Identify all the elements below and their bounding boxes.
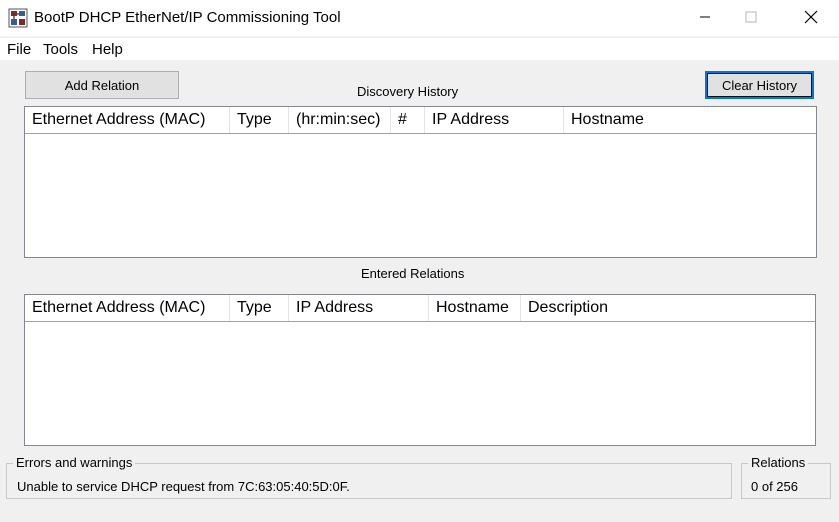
discovery-history-label: Discovery History	[357, 84, 459, 99]
minimize-button[interactable]	[682, 0, 728, 34]
menu-bar: File Tools Help	[0, 38, 839, 60]
discovery-history-list[interactable]: Ethernet Address (MAC) Type (hr:min:sec)…	[24, 106, 817, 258]
column-header-time[interactable]: (hr:min:sec)	[289, 107, 391, 133]
column-header-ip[interactable]: IP Address	[289, 295, 429, 321]
column-header-count[interactable]: #	[391, 107, 425, 133]
entered-relations-header: Ethernet Address (MAC) Type IP Address H…	[25, 295, 815, 322]
menu-tools[interactable]: Tools	[43, 41, 78, 58]
column-header-hostname[interactable]: Hostname	[429, 295, 521, 321]
relations-group: Relations 0 of 256	[741, 455, 831, 499]
column-header-hostname[interactable]: Hostname	[564, 107, 816, 133]
maximize-button[interactable]	[728, 0, 774, 34]
discovery-history-header: Ethernet Address (MAC) Type (hr:min:sec)…	[25, 107, 816, 134]
column-header-description[interactable]: Description	[521, 295, 815, 321]
relations-count: 0 of 256	[751, 479, 798, 494]
errors-label: Errors and warnings	[13, 455, 136, 470]
app-icon	[8, 8, 28, 28]
minimize-icon	[700, 16, 710, 18]
menu-file[interactable]: File	[7, 41, 31, 58]
column-header-type[interactable]: Type	[230, 295, 289, 321]
errors-message: Unable to service DHCP request from 7C:6…	[17, 479, 350, 494]
column-header-mac[interactable]: Ethernet Address (MAC)	[25, 295, 230, 321]
column-header-ip[interactable]: IP Address	[425, 107, 564, 133]
close-button[interactable]	[788, 0, 834, 34]
title-bar: BootP DHCP EtherNet/IP Commissioning Too…	[0, 0, 839, 36]
column-header-type[interactable]: Type	[230, 107, 289, 133]
relations-label: Relations	[748, 455, 809, 470]
column-header-mac[interactable]: Ethernet Address (MAC)	[25, 107, 230, 133]
entered-relations-list[interactable]: Ethernet Address (MAC) Type IP Address H…	[24, 294, 816, 446]
add-relation-button[interactable]: Add Relation	[25, 71, 179, 99]
maximize-icon	[745, 11, 757, 23]
errors-group: Errors and warnings Unable to service DH…	[6, 455, 732, 499]
close-icon	[804, 10, 818, 24]
entered-relations-label: Entered Relations	[361, 266, 465, 281]
clear-history-button[interactable]: Clear History	[705, 71, 814, 99]
window-title: BootP DHCP EtherNet/IP Commissioning Too…	[34, 9, 341, 26]
menu-help[interactable]: Help	[92, 41, 123, 58]
